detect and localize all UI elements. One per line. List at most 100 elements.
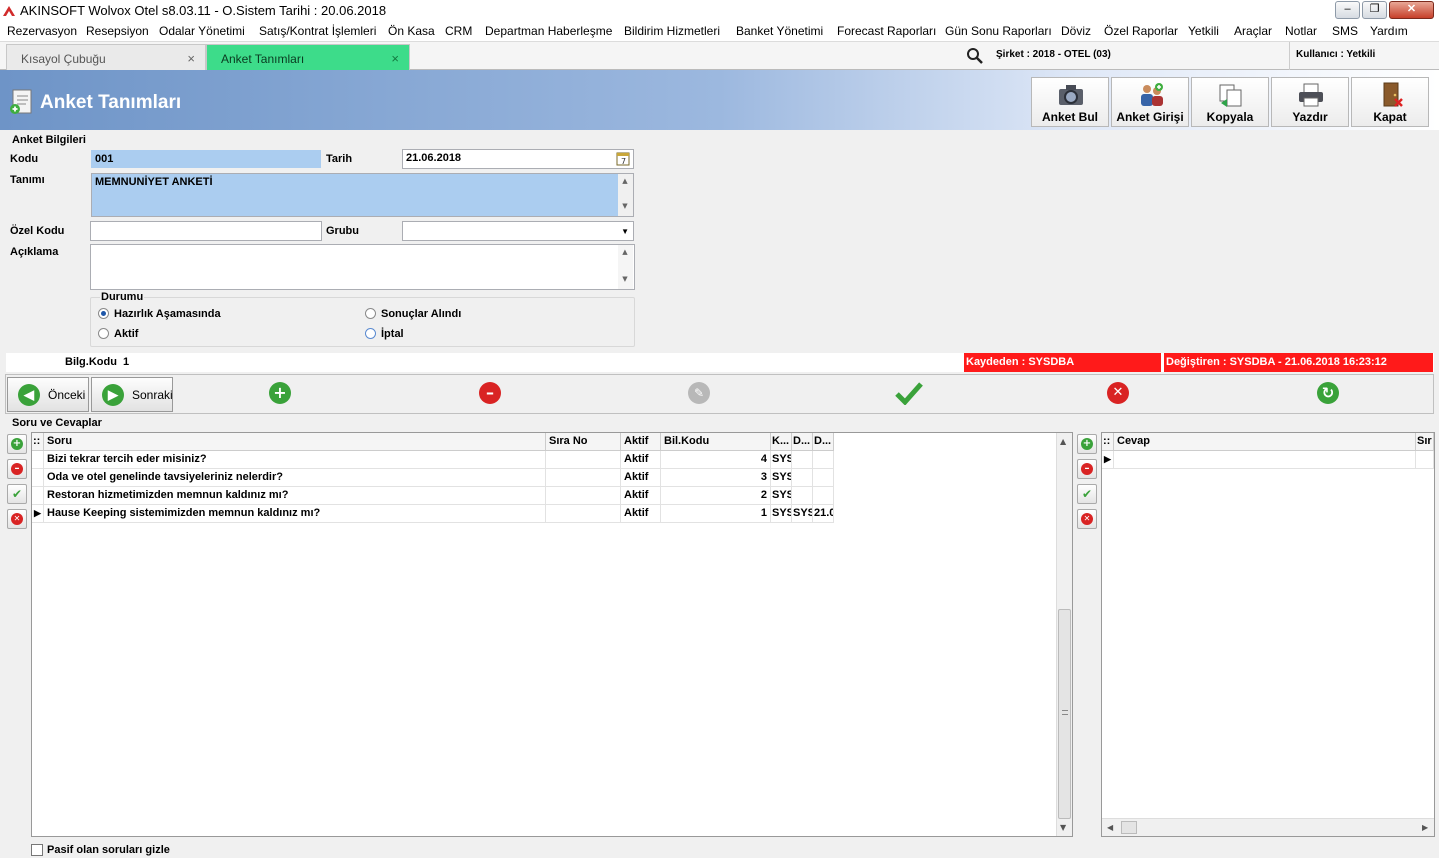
- definition-scrollbar[interactable]: ▲ ▼: [618, 174, 633, 216]
- copy-button[interactable]: Kopyala: [1191, 77, 1269, 127]
- maximize-button[interactable]: ❐: [1362, 1, 1387, 19]
- question-cell[interactable]: Restoran hizmetimizden memnun kaldınız m…: [44, 487, 546, 505]
- next-button[interactable]: ▶ Sonraki: [91, 377, 173, 412]
- column-header[interactable]: Sır: [1416, 433, 1434, 451]
- row-indicator[interactable]: [32, 451, 44, 469]
- cancel-record-icon[interactable]: ✕: [1107, 382, 1129, 404]
- radio-preparing[interactable]: [98, 308, 109, 319]
- edit-record-icon[interactable]: ✎: [688, 382, 710, 404]
- menu-item[interactable]: Satış/Kontrat İşlemleri: [259, 24, 376, 38]
- add-answer-button[interactable]: +: [1077, 434, 1097, 454]
- delete-answer-button[interactable]: –: [1077, 459, 1097, 479]
- modifier-cell[interactable]: [792, 487, 813, 505]
- modifier-cell[interactable]: [792, 469, 813, 487]
- current-row-arrow-icon[interactable]: ▶: [1102, 451, 1114, 469]
- column-header[interactable]: Soru: [44, 433, 546, 451]
- column-header[interactable]: Sıra No: [546, 433, 621, 451]
- cancel-question-button[interactable]: ✕: [7, 509, 27, 529]
- active-cell[interactable]: Aktif: [621, 505, 661, 523]
- order-cell[interactable]: [546, 451, 621, 469]
- code-field[interactable]: 001: [91, 150, 321, 168]
- close-tab-icon[interactable]: ×: [187, 51, 195, 66]
- menu-item[interactable]: CRM: [445, 24, 472, 38]
- date-cell[interactable]: [813, 451, 834, 469]
- menu-item[interactable]: SMS: [1332, 24, 1358, 38]
- close-window-button[interactable]: ✕: [1389, 1, 1434, 19]
- creator-cell[interactable]: SYS: [771, 469, 792, 487]
- add-question-button[interactable]: +: [7, 434, 27, 454]
- menu-item[interactable]: Döviz: [1061, 24, 1091, 38]
- active-cell[interactable]: Aktif: [621, 469, 661, 487]
- creator-cell[interactable]: SYS: [771, 487, 792, 505]
- question-cell[interactable]: Oda ve otel genelinde tavsiyeleriniz nel…: [44, 469, 546, 487]
- scroll-up-icon[interactable]: ▲: [618, 177, 632, 187]
- current-row-arrow-icon[interactable]: ▶: [32, 505, 44, 523]
- scroll-left-icon[interactable]: ◀: [1107, 823, 1113, 832]
- menu-item[interactable]: Odalar Yönetimi: [159, 24, 245, 38]
- find-survey-button[interactable]: Anket Bul: [1031, 77, 1109, 127]
- scroll-thumb[interactable]: [1058, 609, 1071, 819]
- menu-item[interactable]: Ön Kasa: [388, 24, 435, 38]
- print-button[interactable]: Yazdır: [1271, 77, 1349, 127]
- search-icon[interactable]: [966, 47, 984, 65]
- answers-hscrollbar[interactable]: ◀ ▶: [1102, 818, 1434, 836]
- date-cell[interactable]: [813, 487, 834, 505]
- radio-results-received[interactable]: [365, 308, 376, 319]
- previous-button[interactable]: ◀ Önceki: [7, 377, 89, 412]
- answer-cell[interactable]: [1114, 451, 1416, 469]
- question-cell[interactable]: Bizi tekrar tercih eder misiniz?: [44, 451, 546, 469]
- modifier-cell[interactable]: [792, 451, 813, 469]
- radio-active[interactable]: [98, 328, 109, 339]
- menu-item[interactable]: Departman Haberleşme: [485, 24, 612, 38]
- date-cell[interactable]: [813, 469, 834, 487]
- tab-shortcut-bar[interactable]: Kısayol Çubuğu ×: [6, 44, 206, 70]
- chevron-down-icon[interactable]: ▼: [621, 227, 629, 236]
- tab-survey-definitions[interactable]: Anket Tanımları ×: [206, 44, 410, 70]
- special-code-field[interactable]: [90, 221, 322, 241]
- active-cell[interactable]: Aktif: [621, 451, 661, 469]
- menu-item[interactable]: Forecast Raporları: [837, 24, 936, 38]
- scroll-up-icon[interactable]: ▲: [1060, 437, 1066, 446]
- close-tab-icon[interactable]: ×: [391, 51, 399, 66]
- menu-item[interactable]: Banket Yönetimi: [736, 24, 823, 38]
- creator-cell[interactable]: SYS: [771, 505, 792, 523]
- confirm-answer-button[interactable]: ✔: [1077, 484, 1097, 504]
- description-field[interactable]: [90, 244, 635, 290]
- order-cell[interactable]: [546, 487, 621, 505]
- group-select[interactable]: ▼: [402, 221, 634, 241]
- menu-item[interactable]: Resepsiyon: [86, 24, 149, 38]
- add-record-icon[interactable]: +: [269, 382, 291, 404]
- menu-item[interactable]: Bildirim Hizmetleri: [624, 24, 720, 38]
- scroll-right-icon[interactable]: ▶: [1422, 823, 1428, 832]
- info-code-cell[interactable]: 4: [661, 451, 771, 469]
- menu-item[interactable]: Gün Sonu Raporları: [945, 24, 1052, 38]
- menu-item[interactable]: Araçlar: [1234, 24, 1272, 38]
- order-cell[interactable]: [546, 505, 621, 523]
- column-header[interactable]: D...: [792, 433, 813, 451]
- definition-field[interactable]: MEMNUNİYET ANKETİ: [91, 173, 634, 217]
- question-cell[interactable]: Hause Keeping sistemimizden memnun kaldı…: [44, 505, 546, 523]
- modifier-cell[interactable]: SYS: [792, 505, 813, 523]
- description-scrollbar[interactable]: ▲ ▼: [618, 245, 633, 289]
- date-cell[interactable]: 21.0: [813, 505, 834, 523]
- calendar-icon[interactable]: 7: [616, 151, 630, 166]
- close-button[interactable]: Kapat: [1351, 77, 1429, 127]
- scroll-down-icon[interactable]: ▼: [1060, 823, 1066, 832]
- hide-passive-checkbox[interactable]: [31, 844, 43, 856]
- scroll-up-icon[interactable]: ▲: [618, 248, 632, 258]
- menu-item[interactable]: Notlar: [1285, 24, 1317, 38]
- cancel-answer-button[interactable]: ✕: [1077, 509, 1097, 529]
- menu-item[interactable]: Yetkili: [1188, 24, 1219, 38]
- survey-entry-button[interactable]: Anket Girişi: [1111, 77, 1189, 127]
- questions-vscrollbar[interactable]: ▲ ▼: [1056, 433, 1072, 836]
- column-header[interactable]: D...: [813, 433, 834, 451]
- date-field[interactable]: 21.06.2018: [402, 149, 634, 169]
- column-header[interactable]: Cevap: [1114, 433, 1416, 451]
- save-check-icon[interactable]: [895, 381, 923, 405]
- row-indicator[interactable]: [32, 469, 44, 487]
- row-indicator[interactable]: [32, 487, 44, 505]
- scroll-thumb[interactable]: [1121, 821, 1137, 834]
- menu-item[interactable]: Rezervasyon: [7, 24, 77, 38]
- column-header[interactable]: K...: [771, 433, 792, 451]
- refresh-icon[interactable]: ↻: [1317, 382, 1339, 404]
